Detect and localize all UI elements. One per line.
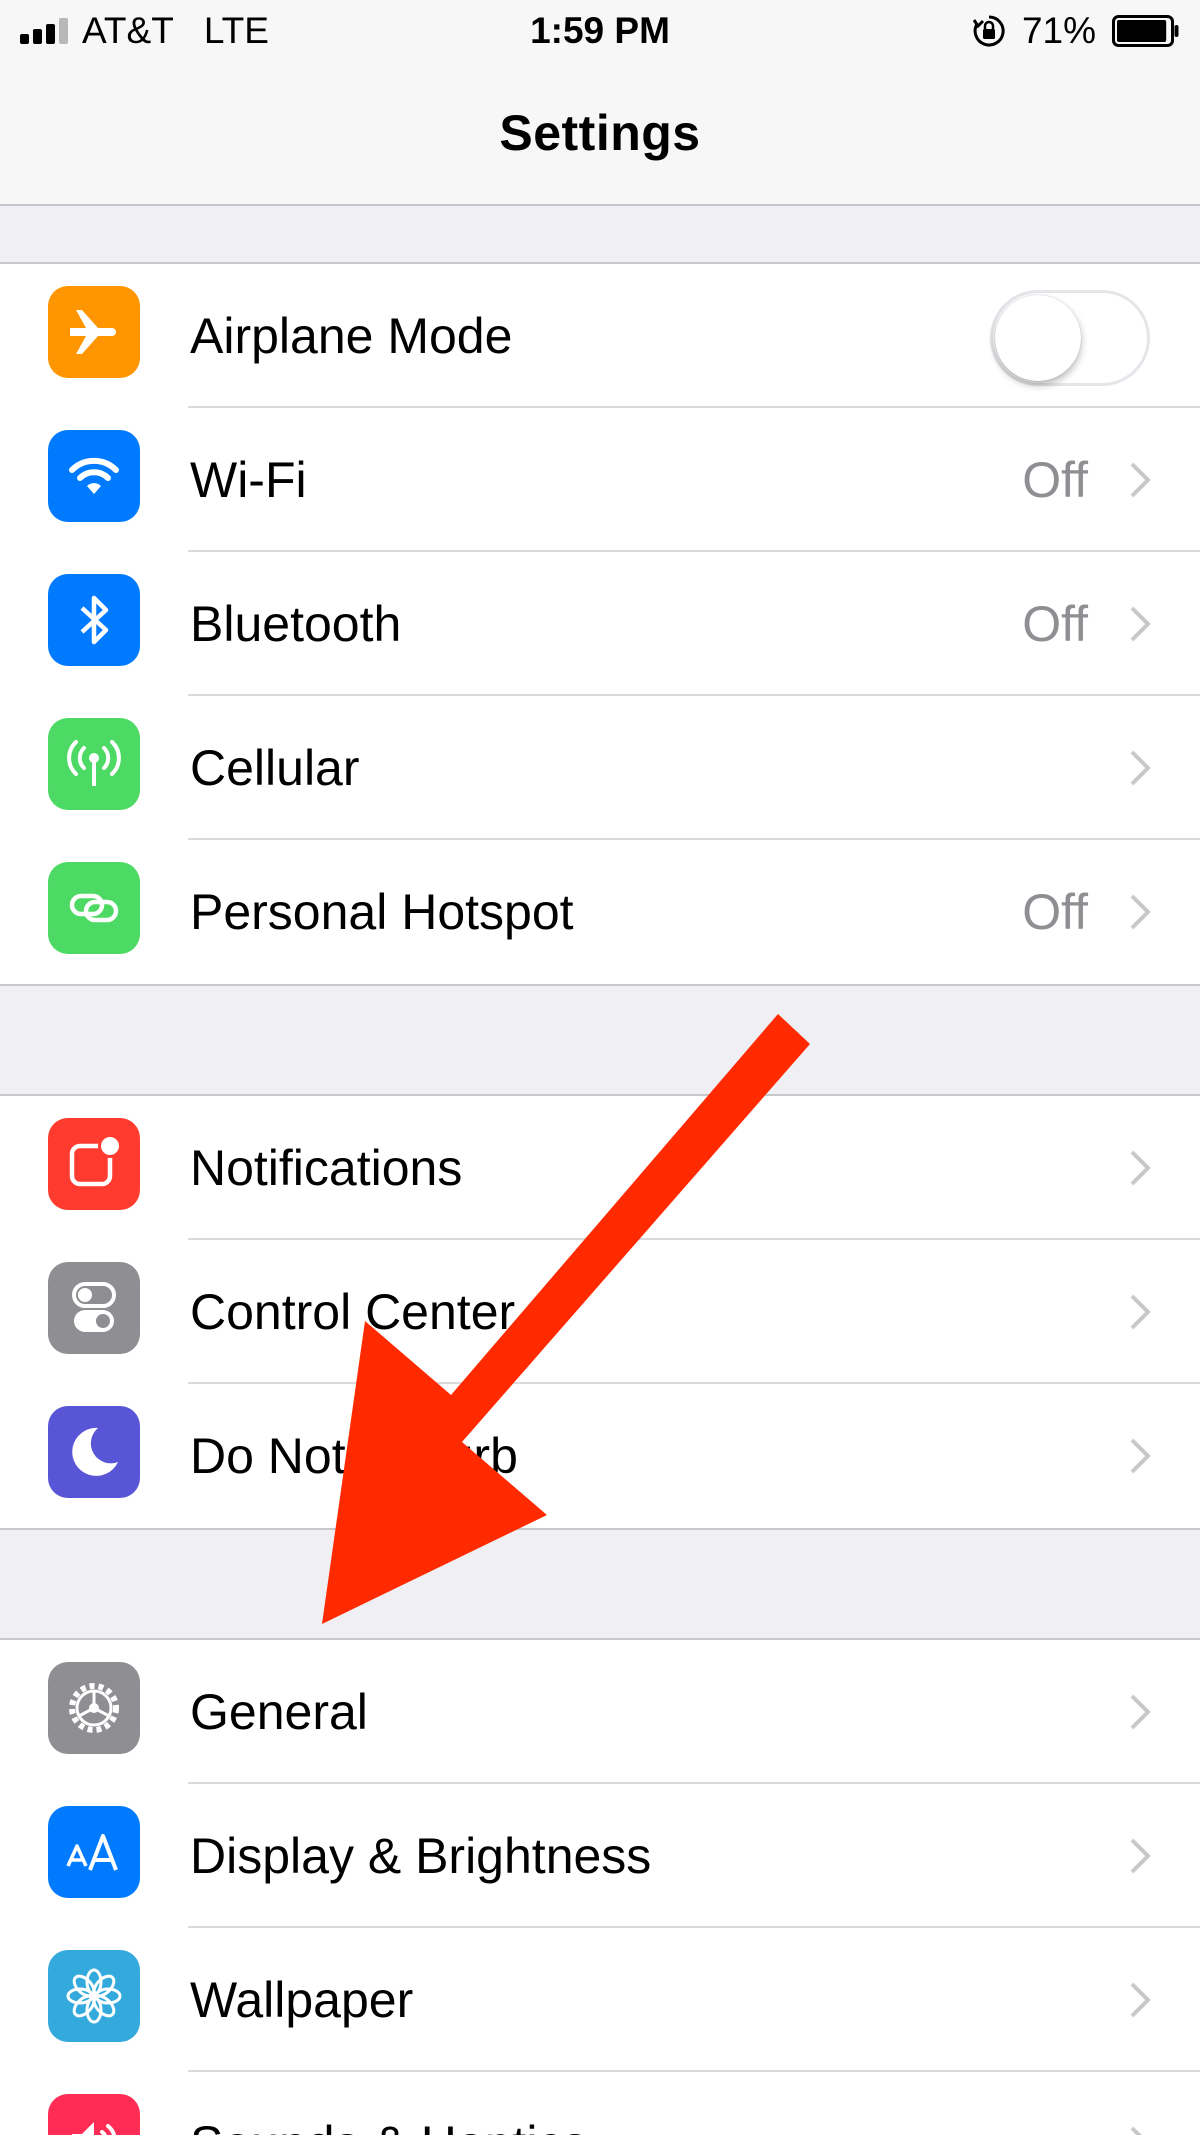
settings-row-label: General [190,1684,368,1740]
battery-percent: 71% [1021,10,1096,51]
page-title: Settings [499,105,701,161]
battery-icon [1112,15,1179,47]
navigation-bar: Settings [0,66,1200,206]
settings-row-notifications[interactable]: Notifications [0,1096,1200,1240]
cellular-antenna-icon [48,718,140,810]
hotspot-link-icon [48,862,140,954]
settings-row-label: Wallpaper [190,1972,414,2028]
settings-row-personal-hotspot[interactable]: Personal Hotspot Off [0,840,1200,984]
bluetooth-icon [48,574,140,666]
chevron-right-icon [1130,1694,1151,1730]
chevron-right-icon [1130,606,1151,642]
toggle-knob [995,295,1081,381]
settings-row-control-center[interactable]: Control Center [0,1240,1200,1384]
status-bar: AT&T LTE 1:59 PM 71% [0,0,1200,66]
airplane-icon [48,286,140,378]
settings-row-label: Notifications [190,1140,463,1196]
chevron-right-icon [1130,1982,1151,2018]
settings-row-display-brightness[interactable]: Display & Brightness [0,1784,1200,1928]
settings-row-sounds-haptics[interactable]: Sounds & Haptics [0,2072,1200,2135]
chevron-right-icon [1130,1294,1151,1330]
settings-row-do-not-disturb[interactable]: Do Not Disturb [0,1384,1200,1528]
wifi-icon [48,430,140,522]
settings-row-wallpaper[interactable]: Wallpaper [0,1928,1200,2072]
chevron-right-icon [1130,1838,1151,1874]
settings-group-connectivity: Airplane Mode Wi-Fi Off Bluetooth Off Ce… [0,262,1200,986]
settings-row-value: Off [1022,884,1088,940]
chevron-right-icon [1130,750,1151,786]
airplane-mode-toggle[interactable] [990,290,1150,386]
notifications-icon [48,1118,140,1210]
status-right: 71% [972,10,1180,52]
orientation-lock-icon [972,15,1005,47]
speaker-icon [48,2094,140,2135]
settings-row-label: Cellular [190,740,360,796]
chevron-right-icon [1130,462,1151,498]
text-size-icon [48,1806,140,1898]
flower-icon [48,1950,140,2042]
settings-row-label: Do Not Disturb [190,1428,518,1484]
settings-row-label: Personal Hotspot [190,884,574,940]
gear-icon [48,1662,140,1754]
chevron-right-icon [1130,1438,1151,1474]
chevron-right-icon [1130,894,1151,930]
chevron-right-icon [1130,1150,1151,1186]
settings-row-cellular[interactable]: Cellular [0,696,1200,840]
settings-row-bluetooth[interactable]: Bluetooth Off [0,552,1200,696]
control-center-icon [48,1262,140,1354]
settings-row-label: Wi-Fi [190,452,307,508]
settings-row-label: Control Center [190,1284,516,1340]
moon-icon [48,1406,140,1498]
settings-row-general[interactable]: General [0,1640,1200,1784]
settings-row-airplane-mode[interactable]: Airplane Mode [0,264,1200,408]
settings-row-value: Off [1022,452,1088,508]
settings-row-label: Airplane Mode [190,308,513,364]
chevron-right-icon [1130,2126,1142,2135]
settings-row-wifi[interactable]: Wi-Fi Off [0,408,1200,552]
settings-row-label: Bluetooth [190,596,402,652]
settings-group-notifications: Notifications Control Center Do Not Dist… [0,1094,1200,1530]
settings-row-label: Sounds & Haptics [190,2072,587,2135]
settings-group-general: General Display & Brightness Wallpaper [0,1638,1200,2135]
settings-row-value: Off [1022,596,1088,652]
settings-row-label: Display & Brightness [190,1828,652,1884]
